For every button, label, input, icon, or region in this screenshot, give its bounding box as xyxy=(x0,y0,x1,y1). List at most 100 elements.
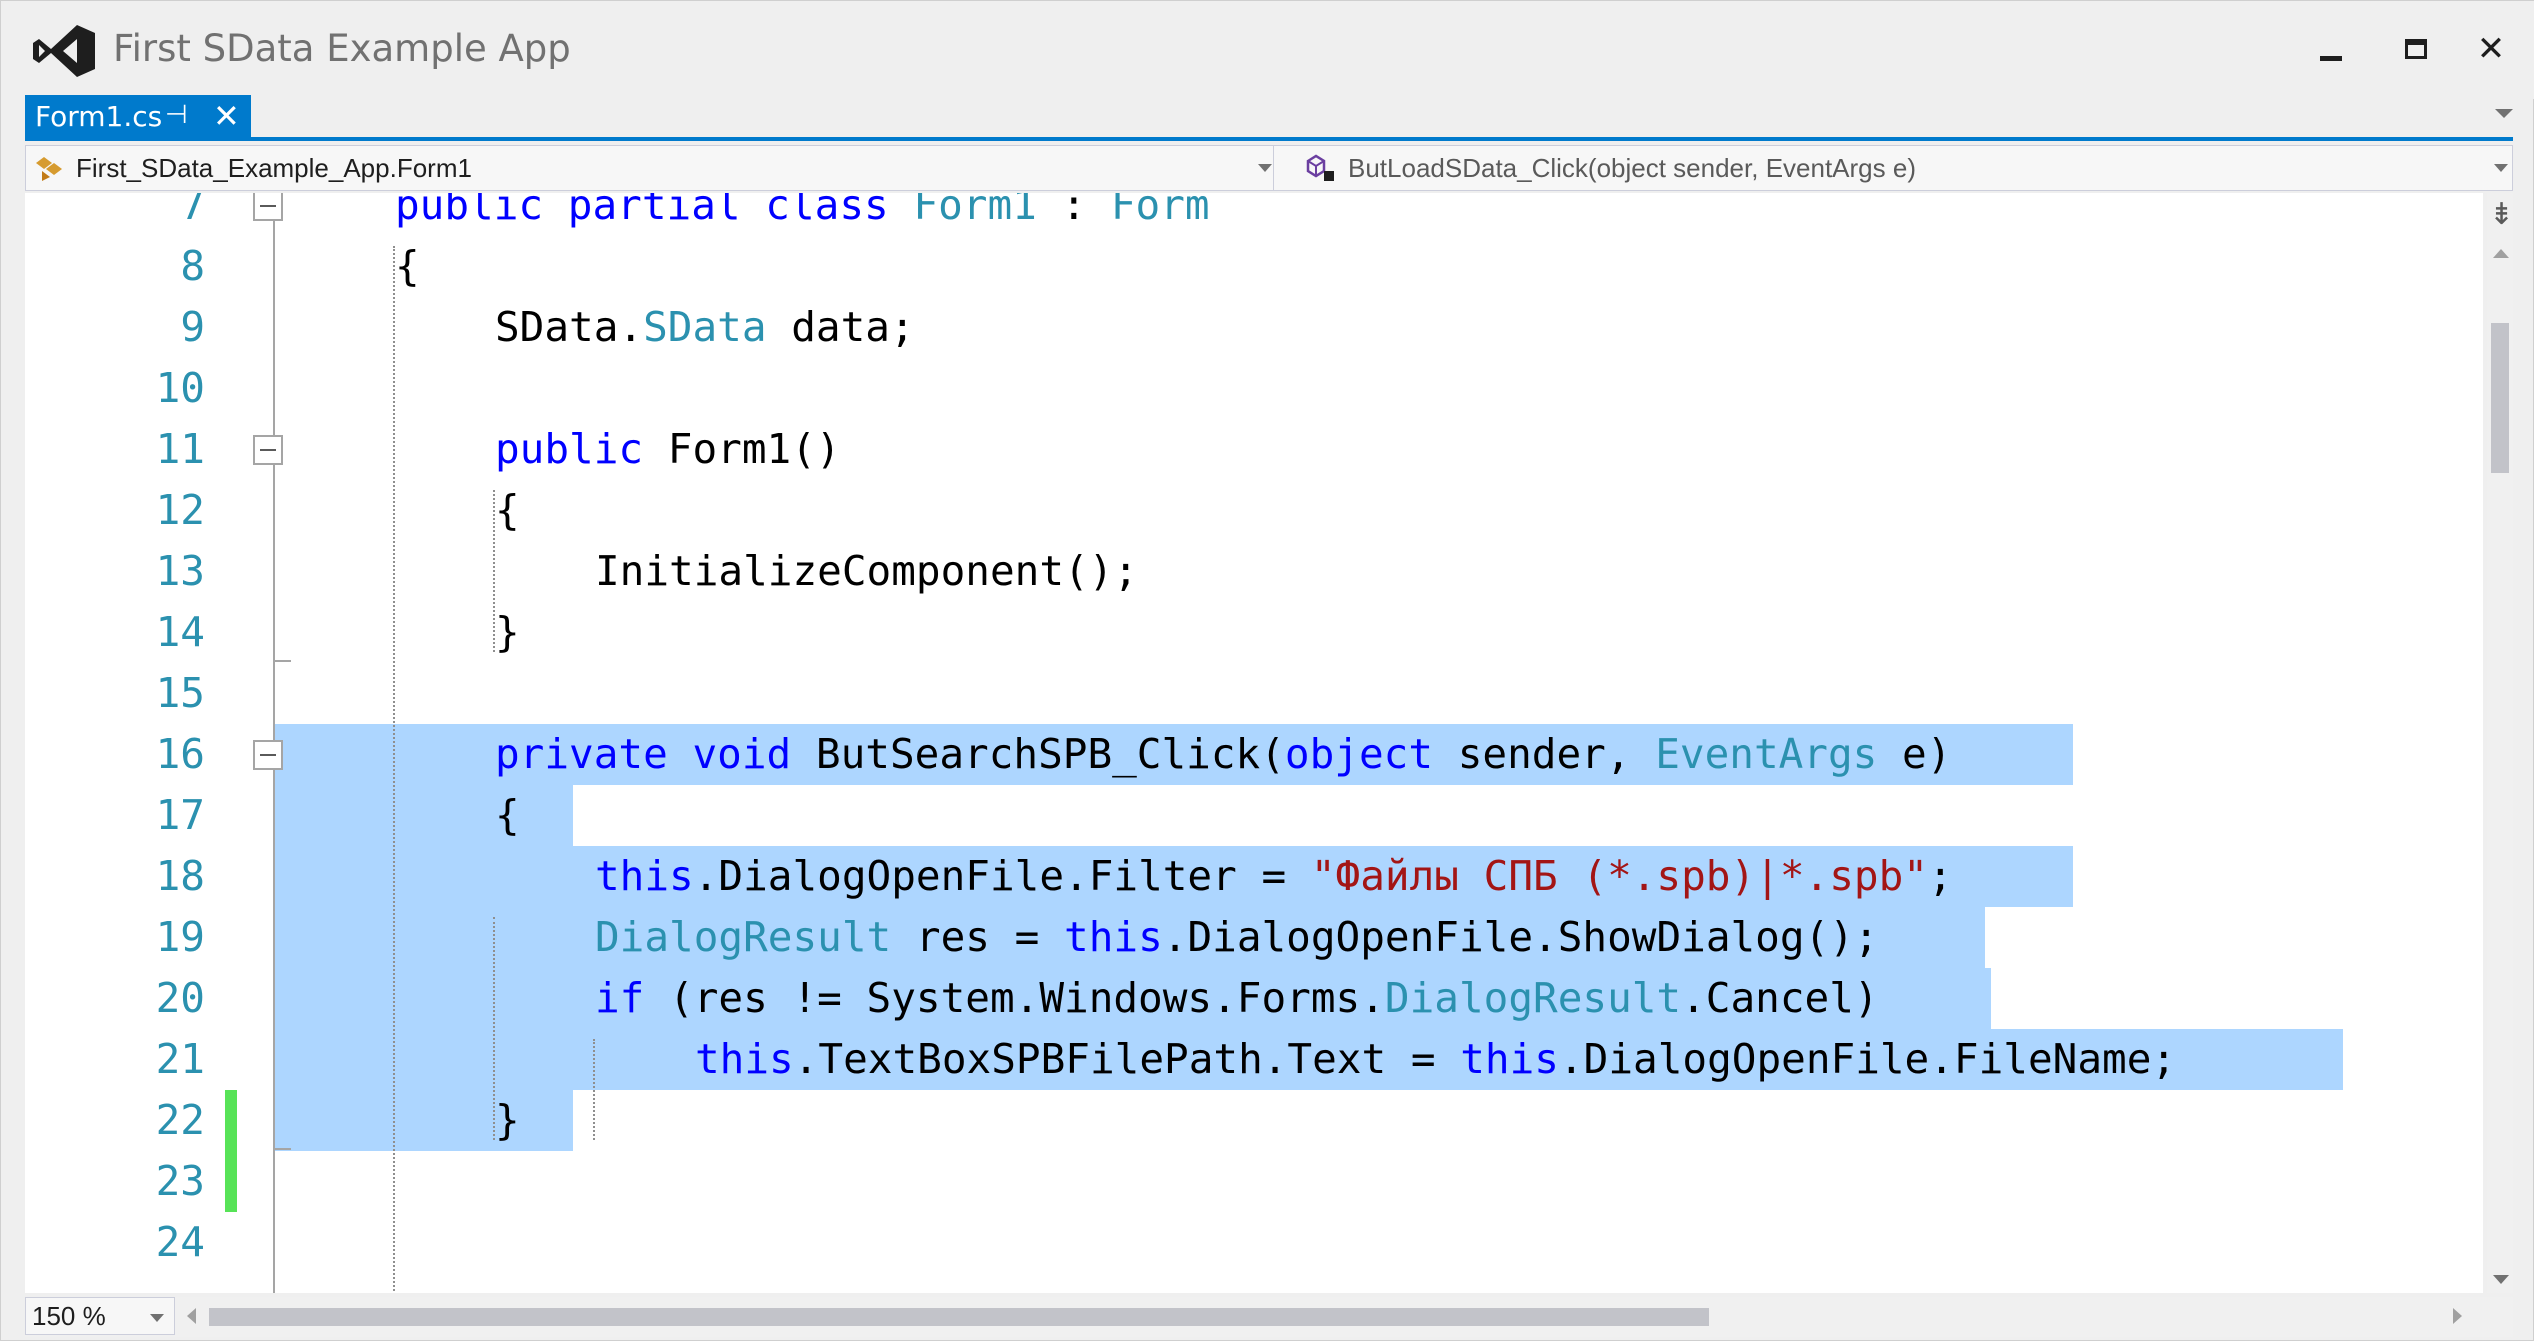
code-text: private void ButSearchSPB_Click(object s… xyxy=(495,724,1951,785)
type-token: SData xyxy=(643,303,767,351)
code-text: if (res != System.Windows.Forms.DialogRe… xyxy=(595,968,1879,1029)
maximize-button[interactable] xyxy=(2386,19,2446,79)
code-token: InitializeComponent(); xyxy=(595,547,1139,595)
code-line[interactable]: 10 xyxy=(25,358,2483,419)
code-text: DialogResult res = this.DialogOpenFile.S… xyxy=(595,907,1879,968)
close-icon: ✕ xyxy=(2476,30,2506,68)
tab-form1-cs[interactable]: Form1.cs ⊣ ✕ xyxy=(25,95,251,137)
code-line[interactable]: 21 this.TextBoxSPBFilePath.Text = this.Di… xyxy=(25,1029,2483,1090)
line-number: 12 xyxy=(155,486,205,534)
code-line[interactable]: 19 DialogResult res = this.DialogOpenFile… xyxy=(25,907,2483,968)
keyword-token: this xyxy=(1460,1035,1559,1083)
code-token: .TextBoxSPBFilePath.Text = xyxy=(793,1035,1461,1083)
type-token: DialogResult xyxy=(595,913,892,961)
code-text: { xyxy=(395,236,420,297)
code-line[interactable]: 20 if (res != System.Windows.Forms.Dialog… xyxy=(25,968,2483,1029)
line-number: 15 xyxy=(155,669,205,717)
code-line[interactable]: 15 xyxy=(25,663,2483,724)
scroll-up-arrow-icon[interactable] xyxy=(2493,249,2509,258)
code-token: data; xyxy=(766,303,915,351)
close-tab-icon[interactable]: ✕ xyxy=(213,97,240,135)
line-number: 20 xyxy=(155,974,205,1022)
code-token: ; xyxy=(1927,852,1953,900)
keyword-token: private xyxy=(495,730,668,778)
keyword-token: partial xyxy=(567,193,741,229)
code-line[interactable]: 7 public partial class Form1 : Form xyxy=(25,193,2483,236)
code-editor[interactable]: 7 public partial class Form1 : Form 8{9 SDa… xyxy=(25,193,2483,1293)
code-token: .DialogOpenFile.Filter = xyxy=(693,852,1311,900)
minimize-button[interactable] xyxy=(2301,19,2361,79)
split-view-icon[interactable]: ⇟ xyxy=(2489,197,2514,232)
line-number: 23 xyxy=(155,1157,205,1205)
visual-studio-logo-icon xyxy=(33,25,95,77)
code-token: ButSearchSPB_Click( xyxy=(791,730,1285,778)
vertical-scrollbar[interactable]: ⇟ xyxy=(2487,193,2514,1293)
member-selector-dropdown[interactable]: ButLoadSData_Click(object sender, EventA… xyxy=(1276,146,2512,190)
code-text: { xyxy=(495,785,520,846)
code-token: : xyxy=(1036,193,1111,229)
code-line[interactable]: 17 { xyxy=(25,785,2483,846)
zoom-level: 150 % xyxy=(32,1300,106,1331)
line-number: 17 xyxy=(155,791,205,839)
code-token: .DialogOpenFile.ShowDialog(); xyxy=(1162,913,1879,961)
type-token: Form1 xyxy=(913,193,1037,229)
vertical-scroll-thumb[interactable] xyxy=(2491,323,2509,473)
chevron-down-icon xyxy=(1258,164,1272,172)
scroll-down-arrow-icon[interactable] xyxy=(2493,1275,2509,1284)
code-text: this.DialogOpenFile.Filter = "Файлы СПБ … xyxy=(595,846,1953,907)
code-line[interactable]: 13 InitializeComponent(); xyxy=(25,541,2483,602)
pin-icon[interactable]: ⊣ xyxy=(165,99,188,130)
code-text: public Form1() xyxy=(495,419,841,480)
code-line[interactable]: 9 SData.SData data; xyxy=(25,297,2483,358)
tab-overflow-chevron-down-icon[interactable] xyxy=(2495,109,2513,118)
keyword-token: public xyxy=(495,425,644,473)
code-token: Form1() xyxy=(643,425,841,473)
keyword-token: public xyxy=(395,193,544,229)
line-number: 24 xyxy=(155,1218,205,1266)
code-token: res = xyxy=(891,913,1065,961)
close-window-button[interactable]: ✕ xyxy=(2461,19,2521,79)
code-line[interactable]: 23 xyxy=(25,1151,2483,1212)
code-line[interactable]: 11 public Form1() xyxy=(25,419,2483,480)
scroll-left-arrow-icon[interactable] xyxy=(187,1308,196,1324)
line-number: 11 xyxy=(155,425,205,473)
code-line[interactable]: 8{ xyxy=(25,236,2483,297)
chevron-down-icon xyxy=(150,1314,164,1322)
collapse-region-icon[interactable] xyxy=(253,740,283,770)
type-token: Form xyxy=(1110,193,1210,229)
minimize-icon xyxy=(2320,55,2342,61)
code-line[interactable]: 24 xyxy=(25,1212,2483,1273)
document-tab-strip: Form1.cs ⊣ ✕ xyxy=(25,95,2513,141)
code-text: InitializeComponent(); xyxy=(595,541,1138,602)
line-number: 13 xyxy=(155,547,205,595)
code-line[interactable]: 12 { xyxy=(25,480,2483,541)
code-token: e) xyxy=(1877,730,1952,778)
code-line[interactable]: 16 private void ButSearchSPB_Click(object… xyxy=(25,724,2483,785)
class-selector-label: First_SData_Example_App.Form1 xyxy=(76,152,472,183)
keyword-token: this xyxy=(1064,913,1163,961)
navigation-bar: First_SData_Example_App.Form1 ButLoadSDa… xyxy=(25,145,2513,191)
code-line[interactable]: 18 this.DialogOpenFile.Filter = "Файлы СП… xyxy=(25,846,2483,907)
type-token: DialogResult xyxy=(1384,974,1682,1022)
app-window: First SData Example App ✕ Form1.cs ⊣ ✕ F… xyxy=(0,0,2534,1341)
code-token: { xyxy=(495,791,520,839)
zoom-dropdown[interactable]: 150 % xyxy=(25,1297,175,1335)
code-token: sender, xyxy=(1433,730,1656,778)
scroll-right-arrow-icon[interactable] xyxy=(2453,1308,2462,1324)
change-tracking-bar xyxy=(225,1151,237,1212)
keyword-token: this xyxy=(695,1035,794,1083)
collapse-region-icon[interactable] xyxy=(253,193,283,221)
class-selector-dropdown[interactable]: First_SData_Example_App.Form1 xyxy=(26,146,1274,190)
keyword-token: object xyxy=(1284,730,1434,778)
horizontal-scroll-thumb[interactable] xyxy=(209,1308,1709,1326)
code-token: SData. xyxy=(495,303,644,351)
keyword-token: class xyxy=(765,193,889,229)
code-text: this.TextBoxSPBFilePath.Text = this.Dial… xyxy=(695,1029,2176,1090)
collapse-region-icon[interactable] xyxy=(253,435,283,465)
code-line[interactable]: 22} xyxy=(25,1090,2483,1151)
code-line[interactable]: 14} xyxy=(25,602,2483,663)
code-text: public partial class Form1 : Form xyxy=(395,193,1210,236)
